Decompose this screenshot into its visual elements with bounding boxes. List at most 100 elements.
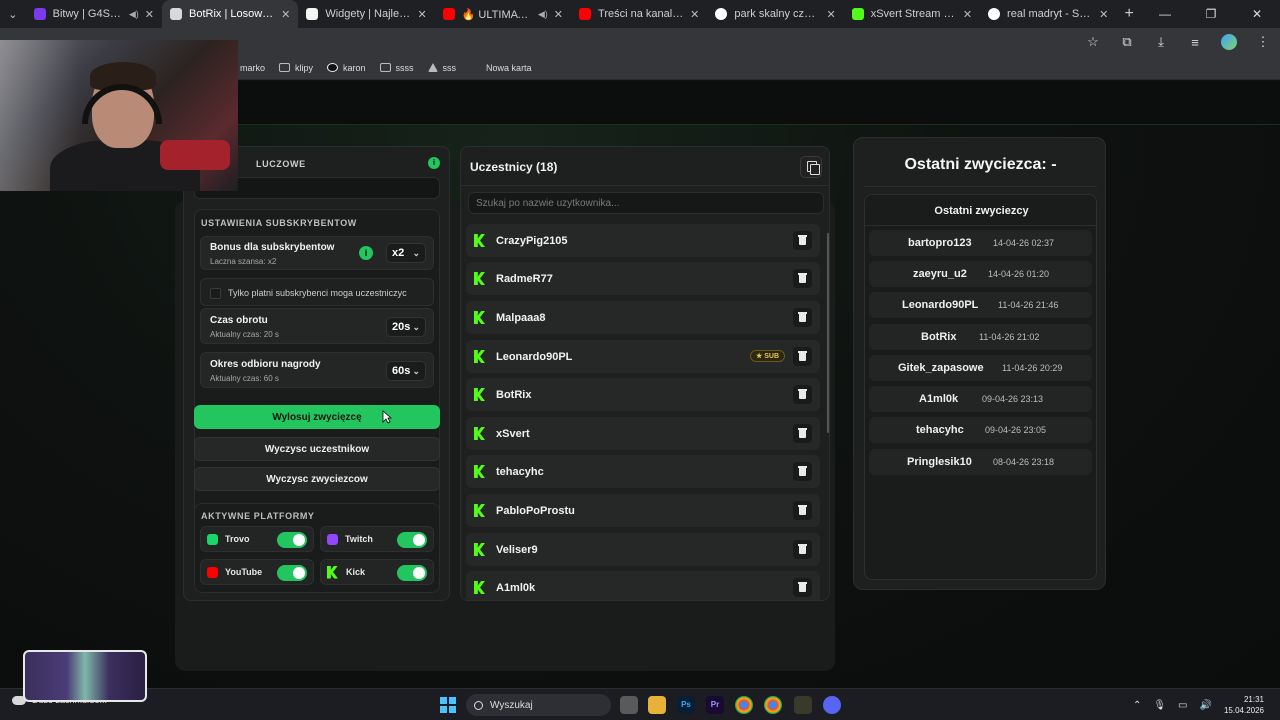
youtube-toggle[interactable]: [277, 565, 307, 581]
clear-winners-button[interactable]: Wyczysc zwyciezcow: [194, 467, 440, 491]
file-explorer-icon[interactable]: [648, 696, 666, 714]
tab-favicon: [851, 8, 864, 20]
trash-icon[interactable]: [793, 385, 812, 404]
browser-tab[interactable]: real madryt - Szukaj w Go✕: [980, 0, 1116, 28]
clock[interactable]: 21:31 15.04.2026: [1224, 694, 1264, 716]
trash-icon[interactable]: [793, 462, 812, 481]
copy-icon[interactable]: [800, 156, 822, 178]
platform-trovo: Trovo: [200, 526, 314, 552]
minimize-icon[interactable]: —: [1142, 7, 1188, 21]
chevron-up-icon[interactable]: ⌃: [1133, 700, 1141, 711]
info-icon[interactable]: i: [359, 246, 373, 260]
info-icon[interactable]: i: [428, 157, 440, 169]
trash-icon[interactable]: [793, 578, 812, 597]
browser-tab[interactable]: Treści na kanale - YouTub✕: [571, 0, 707, 28]
premiere-icon[interactable]: Pr: [706, 696, 724, 714]
bookmark-folder[interactable]: klipy: [279, 63, 313, 73]
clear-participants-button[interactable]: Wyczysc uczestnikow: [194, 437, 440, 461]
participant-search-input[interactable]: Szukaj po nazwie uzytkownika...: [468, 192, 824, 214]
tab-search-chevron-icon[interactable]: ⌄: [0, 0, 26, 28]
tab-close-icon[interactable]: ✕: [826, 8, 835, 21]
trash-icon[interactable]: [793, 347, 812, 366]
subscriber-settings: USTAWIENIA SUBSKRYBENTOW Bonus dla subsk…: [194, 209, 440, 541]
trovo-toggle[interactable]: [277, 532, 307, 548]
bookmark-favicon: [327, 63, 339, 72]
new-tab-button[interactable]: +: [1116, 5, 1142, 23]
tab-favicon: [169, 8, 182, 20]
bookmark-star-icon[interactable]: ☆: [1076, 34, 1110, 50]
chrome-icon[interactable]: [735, 696, 753, 714]
photoshop-icon[interactable]: Ps: [677, 696, 695, 714]
subscriber-bonus-card: Bonus dla subskrybentow Laczna szansa: x…: [200, 236, 434, 270]
browser-tab[interactable]: Bitwy | G4Skins - Otw◀)✕: [26, 0, 162, 28]
task-view-icon[interactable]: [620, 696, 638, 714]
active-platforms-title: AKTYWNE PLATFORMY: [201, 511, 315, 521]
tab-close-icon[interactable]: ✕: [145, 8, 154, 21]
tab-close-icon[interactable]: ✕: [281, 8, 290, 21]
taskbar-search[interactable]: Wyszukaj: [466, 694, 611, 716]
tab-close-icon[interactable]: ✕: [1099, 8, 1108, 21]
extensions-icon[interactable]: ⧉: [1110, 34, 1144, 50]
trash-icon[interactable]: [793, 231, 812, 250]
kebab-menu-icon[interactable]: ⋮: [1246, 34, 1280, 50]
close-window-icon[interactable]: ✕: [1234, 7, 1280, 21]
tab-close-icon[interactable]: ✕: [554, 8, 563, 21]
claim-period-dropdown[interactable]: 60s ⌄: [386, 361, 426, 381]
bookmark-folder[interactable]: ssss: [379, 63, 414, 73]
kick-toggle[interactable]: [397, 565, 427, 581]
media-icon[interactable]: ≡: [1178, 35, 1212, 50]
browser-tab-active[interactable]: BotRix | Losowania ✕: [161, 0, 299, 28]
platform-kick: Kick: [320, 559, 434, 585]
draw-winner-button[interactable]: Wylosuj zwycięzcę: [194, 405, 440, 429]
microphone-icon[interactable]: 🎙: [1153, 700, 1166, 711]
volume-icon[interactable]: 🔊: [1200, 700, 1212, 711]
maximize-icon[interactable]: ❐: [1188, 7, 1234, 21]
windows-start-icon[interactable]: [440, 697, 456, 713]
download-icon[interactable]: ⤓: [1144, 34, 1178, 50]
twitch-icon: [327, 533, 338, 545]
browser-tab[interactable]: xSvert Stream - Watch Li✕: [844, 0, 980, 28]
winner-row: zaeyru_u2 14-04-26 01:20: [869, 261, 1092, 287]
platform-twitch: Twitch: [320, 526, 434, 552]
trash-icon[interactable]: [793, 424, 812, 443]
only-paid-checkbox[interactable]: [210, 288, 221, 299]
tab-close-icon[interactable]: ✕: [417, 8, 426, 21]
bookmark-item[interactable]: karon: [327, 63, 366, 73]
tab-close-icon[interactable]: ✕: [690, 8, 699, 21]
kick-icon: [474, 427, 485, 440]
trash-icon[interactable]: [793, 501, 812, 520]
discord-icon[interactable]: [823, 696, 841, 714]
tab-close-icon[interactable]: ✕: [963, 8, 972, 21]
only-paid-subs-option[interactable]: Tylko platni subskrybenci moga uczestnic…: [200, 278, 434, 306]
trash-icon[interactable]: [793, 540, 812, 559]
last-winner-heading: Ostatni zwyciezca: -: [904, 156, 1057, 173]
browser-tab-bar: ⌄ Bitwy | G4Skins - Otw◀)✕ BotRix | Loso…: [0, 0, 1280, 28]
spin-time-dropdown[interactable]: 20s ⌄: [386, 317, 426, 337]
bonus-dropdown[interactable]: x2 ⌄: [386, 243, 426, 263]
active-platforms: AKTYWNE PLATFORMY Trovo Twitch YouTube K…: [194, 503, 440, 593]
app-icon[interactable]: [794, 696, 812, 714]
recent-winners-title: Ostatni zwyciezcy: [934, 205, 1029, 217]
participant-row: A1ml0k: [466, 571, 820, 600]
browser-tab[interactable]: Widgety | Najlepsze oprog✕: [298, 0, 434, 28]
trash-icon[interactable]: [793, 269, 812, 288]
browser-tab[interactable]: park skalny czechy - Szuk✕: [707, 0, 843, 28]
speaker-icon: ◀): [537, 8, 548, 19]
profile-avatar[interactable]: [1221, 34, 1237, 50]
browser-tab[interactable]: 🔥 ULTIMATE MIXTAP◀)✕: [435, 0, 571, 28]
bookmark-item[interactable]: marko: [240, 63, 265, 73]
participants-scrollbar[interactable]: [827, 233, 829, 433]
participant-row: Leonardo90PL ★ SUB: [466, 340, 820, 373]
bookmark-item[interactable]: sss: [427, 63, 456, 73]
system-tray: ⌃ 🎙 ▭ 🔊 21:31 15.04.2026: [1133, 689, 1280, 720]
winner-row: bartopro123 14-04-26 02:37: [869, 230, 1092, 256]
participant-row: BotRix: [466, 378, 820, 411]
participant-row: RadmeR77: [466, 262, 820, 295]
trash-icon[interactable]: [793, 308, 812, 327]
subscriber-settings-title: USTAWIENIA SUBSKRYBENTOW: [201, 218, 357, 228]
twitch-toggle[interactable]: [397, 532, 427, 548]
windows-taskbar: Duże zachmurze... Wyszukaj Ps Pr ⌃ 🎙 ▭ 🔊…: [0, 688, 1280, 720]
chrome-active-icon[interactable]: [764, 696, 782, 714]
bookmark-item[interactable]: Nowa karta: [486, 63, 532, 73]
network-icon[interactable]: ▭: [1178, 700, 1187, 711]
